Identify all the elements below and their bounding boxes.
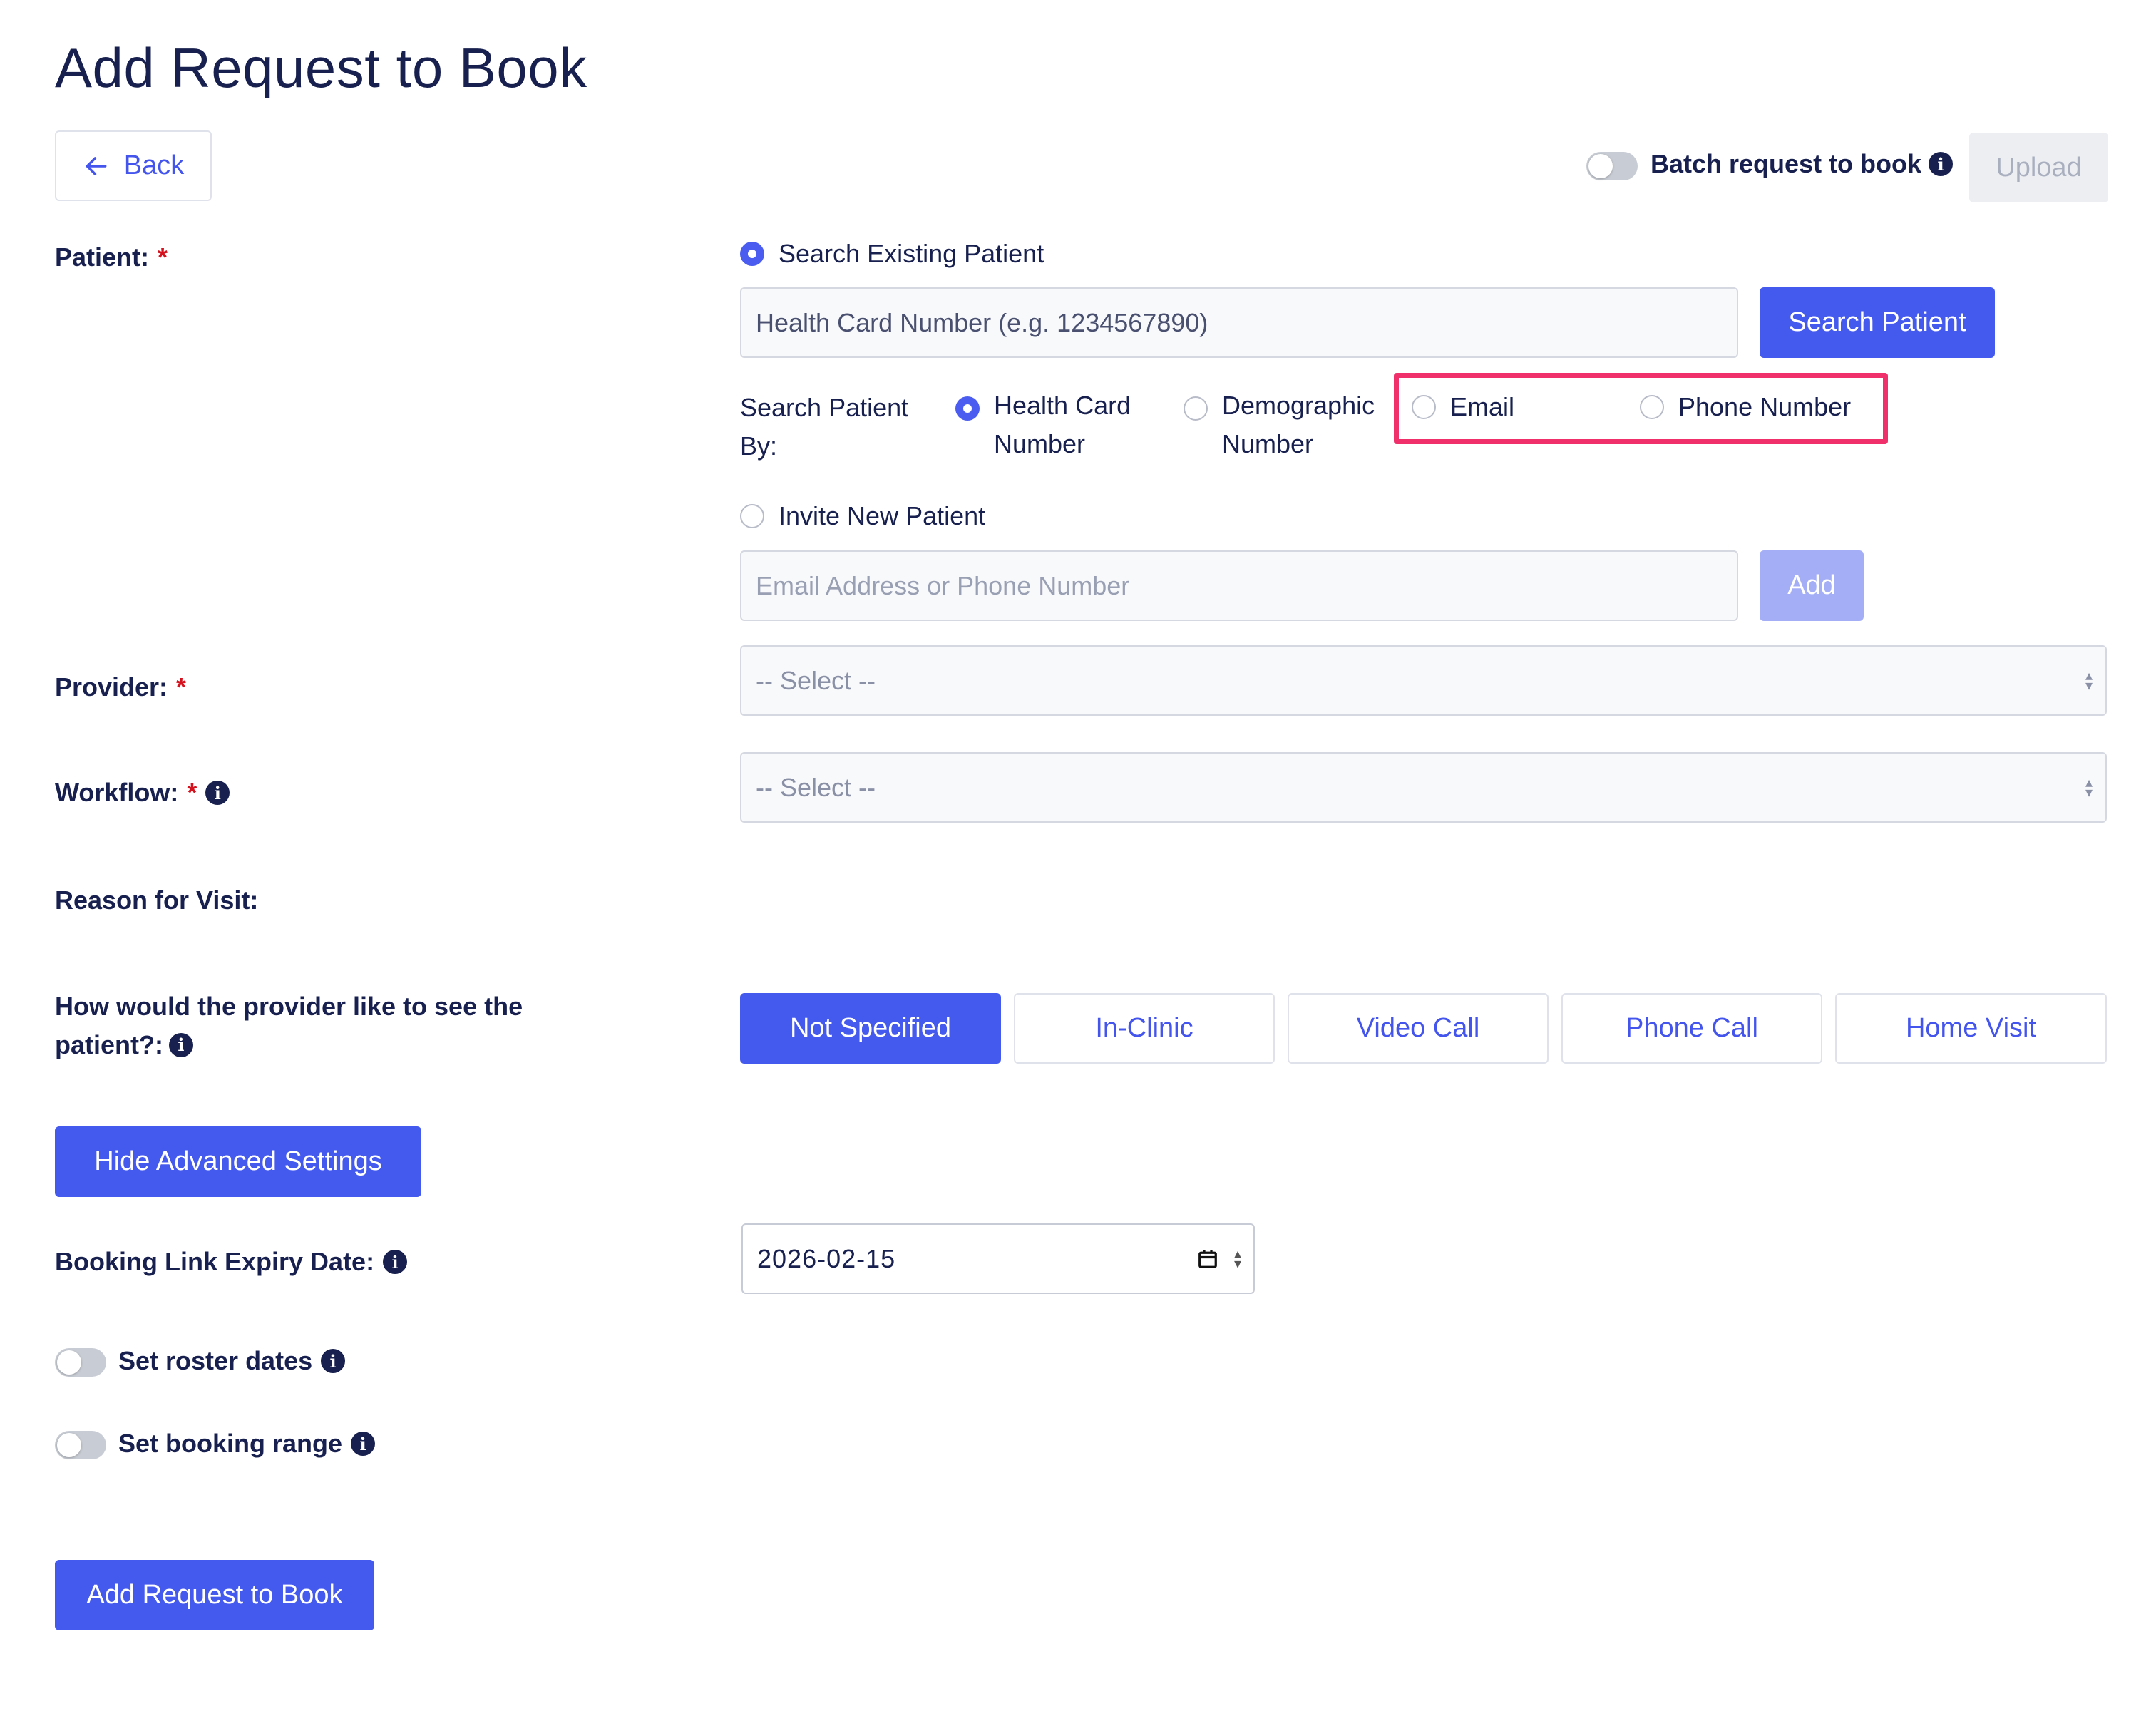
radio-demographic[interactable] [1184,396,1208,421]
select-arrows-icon: ▴ ▾ [2085,774,2093,801]
visit-mode-in-clinic[interactable]: In-Clinic [1014,993,1275,1064]
invite-new-patient-option[interactable]: Invite New Patient [740,501,985,531]
add-request-to-book-button[interactable]: Add Request to Book [55,1560,374,1630]
page: Add Request to Book Back Batch request t… [0,0,2156,1711]
batch-request-toggle[interactable] [1586,152,1638,180]
invite-contact-input[interactable]: Email Address or Phone Number [740,550,1738,621]
radio-invite-new[interactable] [740,504,764,528]
radio-search-existing[interactable] [740,242,764,266]
back-button[interactable]: Back [55,130,212,201]
search-patient-button[interactable]: Search Patient [1760,287,1995,358]
info-icon[interactable]: i [351,1432,376,1456]
visit-mode-label: How would the provider like to see the p… [55,992,523,1059]
select-arrows-icon: ▴ ▾ [2085,667,2093,694]
info-icon[interactable]: i [321,1349,346,1373]
set-roster-dates-label: Set roster dates i [118,1346,346,1376]
visit-mode-video-call[interactable]: Video Call [1288,993,1549,1064]
hide-advanced-settings-button[interactable]: Hide Advanced Settings [55,1126,421,1197]
info-icon[interactable]: i [205,781,230,805]
arrow-left-icon [86,156,107,175]
search-by-demographic-option[interactable]: Demographic Number [1184,391,1375,463]
reason-for-visit-label: Reason for Visit: [55,885,259,915]
visit-mode-home-visit[interactable]: Home Visit [1835,993,2107,1064]
calendar-icon[interactable] [1197,1248,1218,1270]
page-title: Add Request to Book [55,36,587,99]
info-icon[interactable]: i [383,1250,408,1274]
patient-label: Patient: * [55,242,168,272]
booking-range-toggle[interactable] [55,1431,106,1459]
back-label: Back [123,150,185,180]
booking-link-expiry-label: Booking Link Expiry Date: i [55,1247,408,1277]
upload-button[interactable]: Upload [1969,133,2108,202]
search-patient-by-label: Search Patient By: [740,393,909,461]
health-card-search-input[interactable]: Health Card Number (e.g. 1234567890) [740,287,1738,358]
spinner-arrows-icon[interactable]: ▴ ▾ [1234,1247,1242,1271]
visit-mode-phone-call[interactable]: Phone Call [1561,993,1822,1064]
set-booking-range-label: Set booking range i [118,1429,376,1459]
provider-select[interactable]: -- Select -- ▴ ▾ [740,645,2107,716]
expiry-date-input[interactable]: 2026-02-15 ▴ ▾ [741,1223,1255,1294]
roster-dates-toggle[interactable] [55,1348,106,1377]
required-asterisk: * [176,672,187,702]
required-asterisk: * [187,778,197,807]
search-existing-patient-option[interactable]: Search Existing Patient [740,239,1044,269]
batch-request-label: Batch request to book i [1651,149,1954,179]
info-icon[interactable]: i [1929,152,1954,176]
search-by-health-card-option[interactable]: Health Card Number [955,391,1131,463]
workflow-select[interactable]: -- Select -- ▴ ▾ [740,752,2107,823]
visit-mode-not-specified[interactable]: Not Specified [740,993,1001,1064]
radio-health-card[interactable] [955,396,980,421]
required-asterisk: * [158,242,168,272]
workflow-label: Workflow: * i [55,778,230,808]
add-button[interactable]: Add [1760,550,1864,621]
highlight-box [1394,373,1888,444]
info-icon[interactable]: i [168,1033,193,1057]
provider-label: Provider: * [55,672,187,702]
